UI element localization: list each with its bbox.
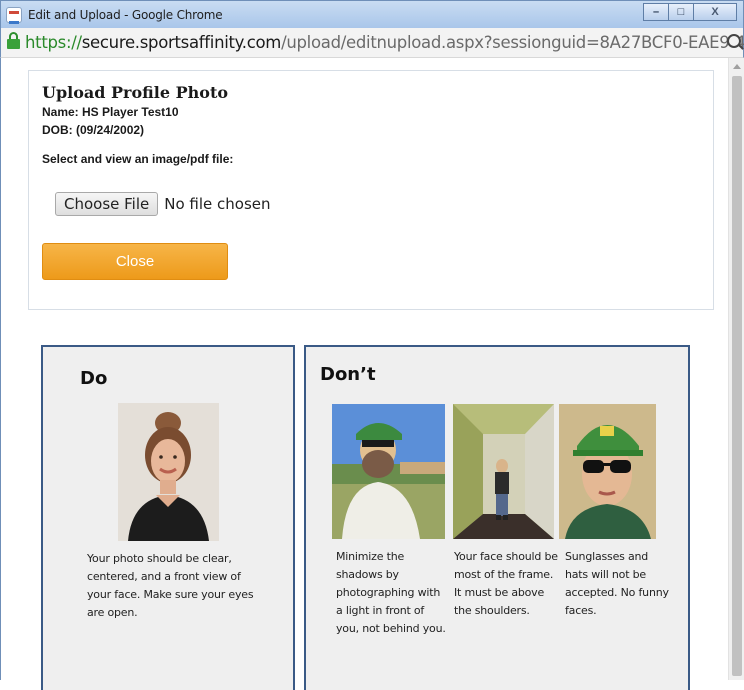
- url-protocol: https://: [25, 33, 82, 52]
- sunglasses-caption: Sunglasses and hats will not be accepted…: [565, 550, 669, 617]
- lock-icon: [7, 32, 20, 49]
- url-path: /upload/editnupload.aspx?sessionguid=8A2…: [281, 33, 744, 52]
- do-guide-box: Do Your photo should be clear, centered,…: [41, 345, 295, 690]
- scroll-thumb[interactable]: [732, 76, 742, 676]
- maximize-button[interactable]: □: [668, 3, 694, 21]
- too-far-photo-example: [453, 404, 554, 539]
- too-far-caption: Your face should be most of the frame. I…: [454, 550, 558, 617]
- minimize-button[interactable]: –: [643, 3, 669, 21]
- shadow-photo-example: [332, 404, 445, 539]
- good-photo-example: [118, 403, 219, 541]
- url-text[interactable]: https://secure.sportsaffinity.com/upload…: [25, 33, 744, 52]
- zoom-icon[interactable]: [727, 34, 741, 48]
- close-button[interactable]: Close: [42, 243, 228, 280]
- scroll-up-arrow-icon[interactable]: [729, 58, 744, 74]
- url-host: secure.sportsaffinity.com: [81, 33, 282, 52]
- window-title: Edit and Upload - Google Chrome: [28, 8, 223, 22]
- dont-heading: Don’t: [320, 364, 376, 385]
- player-dob: DOB: (09/24/2002): [42, 123, 145, 137]
- close-window-button[interactable]: X: [693, 3, 737, 21]
- window-controls: – □ X: [643, 3, 737, 21]
- address-bar[interactable]: https://secure.sportsaffinity.com/upload…: [0, 28, 744, 58]
- upload-panel: Upload Profile Photo Name: HS Player Tes…: [28, 70, 714, 310]
- page-content: Upload Profile Photo Name: HS Player Tes…: [0, 58, 744, 690]
- chrome-app-icon: [6, 7, 22, 24]
- player-name: Name: HS Player Test10: [42, 105, 179, 119]
- file-status-text: No file chosen: [164, 195, 271, 213]
- dont-guide-box: Don’t Minimize the shadows by photograph…: [304, 345, 690, 690]
- window-titlebar: Edit and Upload - Google Chrome – □ X: [0, 0, 744, 28]
- do-heading: Do: [80, 368, 108, 389]
- file-input[interactable]: Choose File No file chosen: [55, 192, 271, 216]
- sunglasses-photo-example: [559, 404, 656, 539]
- do-caption: Your photo should be clear, centered, an…: [87, 552, 254, 619]
- page-title: Upload Profile Photo: [42, 83, 229, 102]
- choose-file-button[interactable]: Choose File: [55, 192, 159, 216]
- shadow-caption: Minimize the shadows by photographing wi…: [336, 550, 446, 635]
- select-file-label: Select and view an image/pdf file:: [42, 152, 234, 166]
- vertical-scrollbar[interactable]: [728, 58, 744, 680]
